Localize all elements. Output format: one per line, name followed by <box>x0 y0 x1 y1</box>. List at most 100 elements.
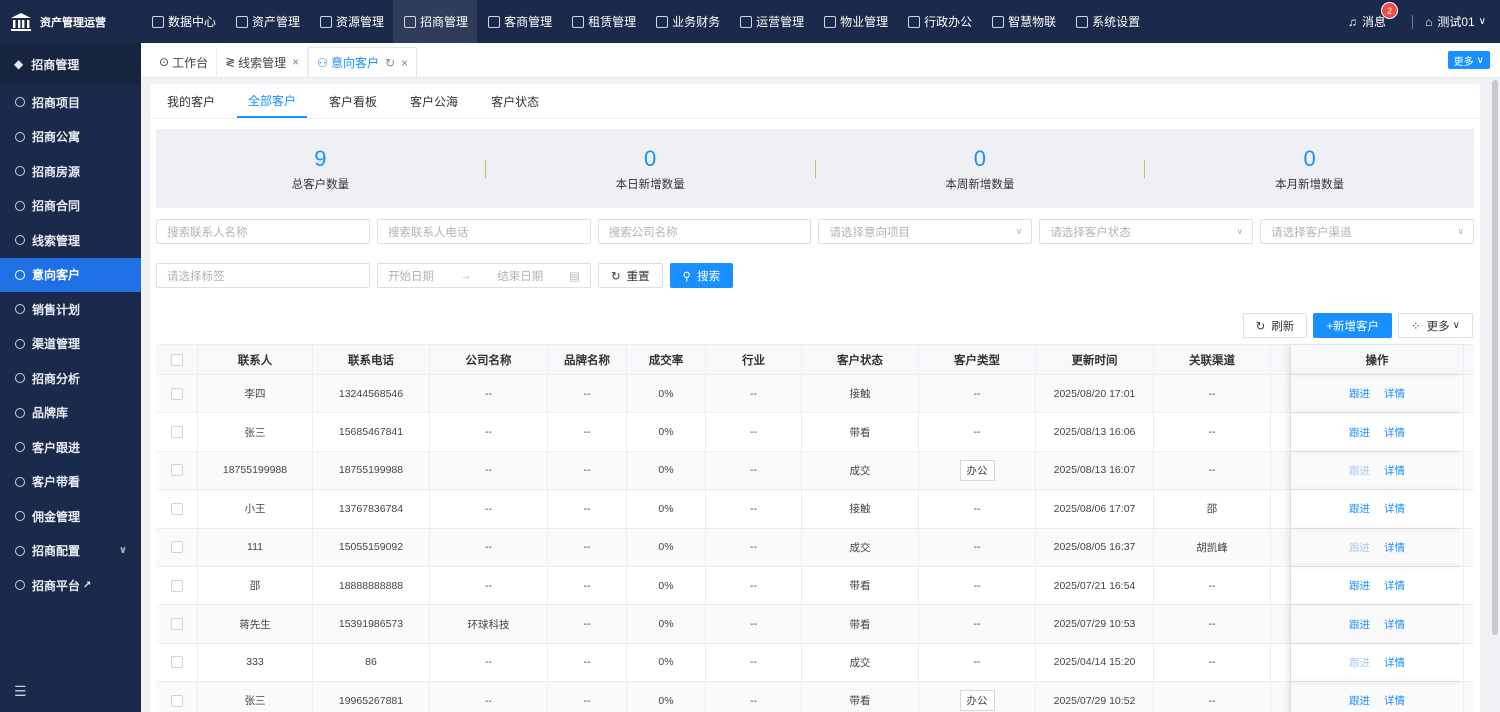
detail-link[interactable]: 详情 <box>1384 617 1405 632</box>
row-checkbox[interactable] <box>170 656 183 669</box>
row-checkbox[interactable] <box>170 694 183 707</box>
topnav-item-2[interactable]: 资源管理 <box>309 0 393 43</box>
refresh-icon: ↻ <box>1255 320 1266 333</box>
topnav-item-5[interactable]: 租赁管理 <box>561 0 645 43</box>
detail-link[interactable]: 详情 <box>1384 463 1405 478</box>
column-header: 操作 <box>1291 345 1464 374</box>
row-checkbox[interactable] <box>170 387 183 400</box>
table-row: 邵 18888888888 -- -- 0% -- 带看 -- 2025/07/21 16:54… <box>156 566 1474 606</box>
search-button[interactable]: ⚲ 搜索 <box>669 263 734 288</box>
more-actions-button[interactable]: ⁘ 更多 ∨ <box>1398 313 1473 338</box>
chevron-down-icon: ∨ <box>1476 54 1484 66</box>
app-logo[interactable]: 资产管理运营 <box>0 0 141 43</box>
scrollbar-thumb[interactable] <box>1492 80 1498 635</box>
topnav-item-1[interactable]: 资产管理 <box>225 0 309 43</box>
add-customer-button[interactable]: +新增客户 <box>1313 313 1393 338</box>
sidebar-item-0[interactable]: 招商项目 <box>0 85 141 120</box>
row-checkbox[interactable] <box>170 426 183 439</box>
sidebar-item-4[interactable]: 线索管理 <box>0 223 141 258</box>
row-checkbox[interactable] <box>170 579 183 592</box>
row-checkbox[interactable] <box>170 618 183 631</box>
sidebar-item-label: 招商平台 <box>32 578 81 593</box>
messages-button[interactable]: ♫ 消息 2 <box>1348 2 1399 30</box>
channel-select[interactable]: 请选择客户渠道 ∨ <box>1260 219 1474 244</box>
cell-channel: -- <box>1154 682 1271 712</box>
topnav-item-8[interactable]: 物业管理 <box>813 0 897 43</box>
row-checkbox[interactable] <box>170 464 183 477</box>
sidebar-item-12[interactable]: 佣金管理 <box>0 499 141 534</box>
follow-up-link[interactable]: 跟进 <box>1349 617 1370 632</box>
tab-2[interactable]: ⚇ 意向客户 ↻ × <box>308 47 418 77</box>
detail-link[interactable]: 详情 <box>1384 386 1405 401</box>
users-icon <box>488 15 501 28</box>
sidebar-item-7[interactable]: 渠道管理 <box>0 327 141 362</box>
refresh-button[interactable]: ↻ 刷新 <box>1242 313 1308 338</box>
cell-updated: 2025/08/05 16:37 <box>1036 528 1154 566</box>
status-select[interactable]: 请选择客户状态 ∨ <box>1039 219 1254 244</box>
reload-icon[interactable]: ↻ <box>385 56 395 70</box>
subtab-2[interactable]: 客户看板 <box>318 84 388 118</box>
sidebar-item-6[interactable]: 销售计划 <box>0 292 141 327</box>
detail-link[interactable]: 详情 <box>1384 425 1405 440</box>
topnav-item-6[interactable]: 业务财务 <box>645 0 729 43</box>
date-range-picker[interactable]: 开始日期 → 结束日期 ▤ <box>377 263 591 288</box>
detail-link[interactable]: 详情 <box>1384 655 1405 670</box>
detail-link[interactable]: 详情 <box>1384 501 1405 516</box>
subtab-0[interactable]: 我的客户 <box>156 84 226 118</box>
sidebar-item-2[interactable]: 招商房源 <box>0 154 141 189</box>
topnav-item-7[interactable]: 运营管理 <box>729 0 813 43</box>
sidebar-item-1[interactable]: 招商公寓 <box>0 120 141 155</box>
follow-up-link[interactable]: 跟进 <box>1349 693 1370 708</box>
page-scrollbar[interactable] <box>1490 78 1500 638</box>
cell-type: -- <box>919 490 1036 528</box>
topnav-item-3[interactable]: 招商管理 <box>393 0 478 43</box>
follow-up-link[interactable]: 跟进 <box>1349 425 1370 440</box>
contact-name-input[interactable]: 搜索联系人名称 <box>156 219 370 244</box>
collapse-menu-icon[interactable]: ☰ <box>14 683 27 700</box>
topnav-label: 物业管理 <box>840 15 889 29</box>
tab-0[interactable]: ⊙ 工作台 <box>151 47 218 77</box>
topnav-item-4[interactable]: 客商管理 <box>477 0 561 43</box>
sidebar-item-9[interactable]: 品牌库 <box>0 396 141 431</box>
reset-button[interactable]: ↻ 重置 <box>598 263 663 288</box>
sidebar-item-label: 品牌库 <box>32 406 69 421</box>
sidebar-item-13[interactable]: 招商配置 ∨ <box>0 534 141 569</box>
company-name-input[interactable]: 搜索公司名称 <box>597 219 812 244</box>
user-menu[interactable]: ⌂ 测试01 ∨ <box>1425 13 1486 30</box>
close-icon[interactable]: × <box>292 55 299 69</box>
follow-up-link[interactable]: 跟进 <box>1349 501 1370 516</box>
sidebar-item-8[interactable]: 招商分析 <box>0 361 141 396</box>
tags-select[interactable]: 请选择标签 <box>156 263 370 288</box>
sidebar-item-11[interactable]: 客户带看 <box>0 465 141 500</box>
detail-link[interactable]: 详情 <box>1384 540 1405 555</box>
contact-phone-input[interactable]: 搜索联系人电话 <box>376 219 591 244</box>
subtab-3[interactable]: 客户公海 <box>399 84 469 118</box>
sidebar-item-5[interactable]: 意向客户 <box>0 257 141 292</box>
subtab-1[interactable]: 全部客户 <box>237 84 308 118</box>
tab-1[interactable]: ≷ 线索管理 × <box>217 47 309 77</box>
sidebar-item-14[interactable]: 招商平台 ↗ <box>0 568 141 603</box>
topnav-item-0[interactable]: 数据中心 <box>141 0 225 43</box>
close-icon[interactable]: × <box>401 56 408 70</box>
detail-link[interactable]: 详情 <box>1384 578 1405 593</box>
sidebar-item-10[interactable]: 客户跟进 <box>0 430 141 465</box>
row-checkbox[interactable] <box>170 541 183 554</box>
row-checkbox[interactable] <box>170 502 183 515</box>
detail-link[interactable]: 详情 <box>1384 693 1405 708</box>
follow-up-link[interactable]: 跟进 <box>1349 386 1370 401</box>
topnav-label: 客商管理 <box>504 15 553 29</box>
topnav-label: 资产管理 <box>252 15 301 29</box>
topnav-item-9[interactable]: 行政办公 <box>897 0 981 43</box>
topnav-item-11[interactable]: 系统设置 <box>1065 0 1149 43</box>
cell-updated: 2025/08/20 17:01 <box>1036 375 1154 413</box>
cell-industry: -- <box>706 605 802 643</box>
tabbar-more-button[interactable]: 更多 ∨ <box>1447 51 1490 69</box>
select-all-checkbox[interactable] <box>170 353 183 366</box>
subtab-4[interactable]: 客户状态 <box>480 84 550 118</box>
stat-label: 本月新增数量 <box>1275 178 1345 191</box>
follow-up-link[interactable]: 跟进 <box>1349 578 1370 593</box>
sidebar-item-3[interactable]: 招商合同 <box>0 189 141 224</box>
table-row: 18755199988 18755199988 -- -- 0% -- 成交 办公 2025/0… <box>156 451 1474 491</box>
project-select[interactable]: 请选择意向项目 ∨ <box>818 219 1033 244</box>
topnav-item-10[interactable]: 智慧物联 <box>981 0 1065 43</box>
